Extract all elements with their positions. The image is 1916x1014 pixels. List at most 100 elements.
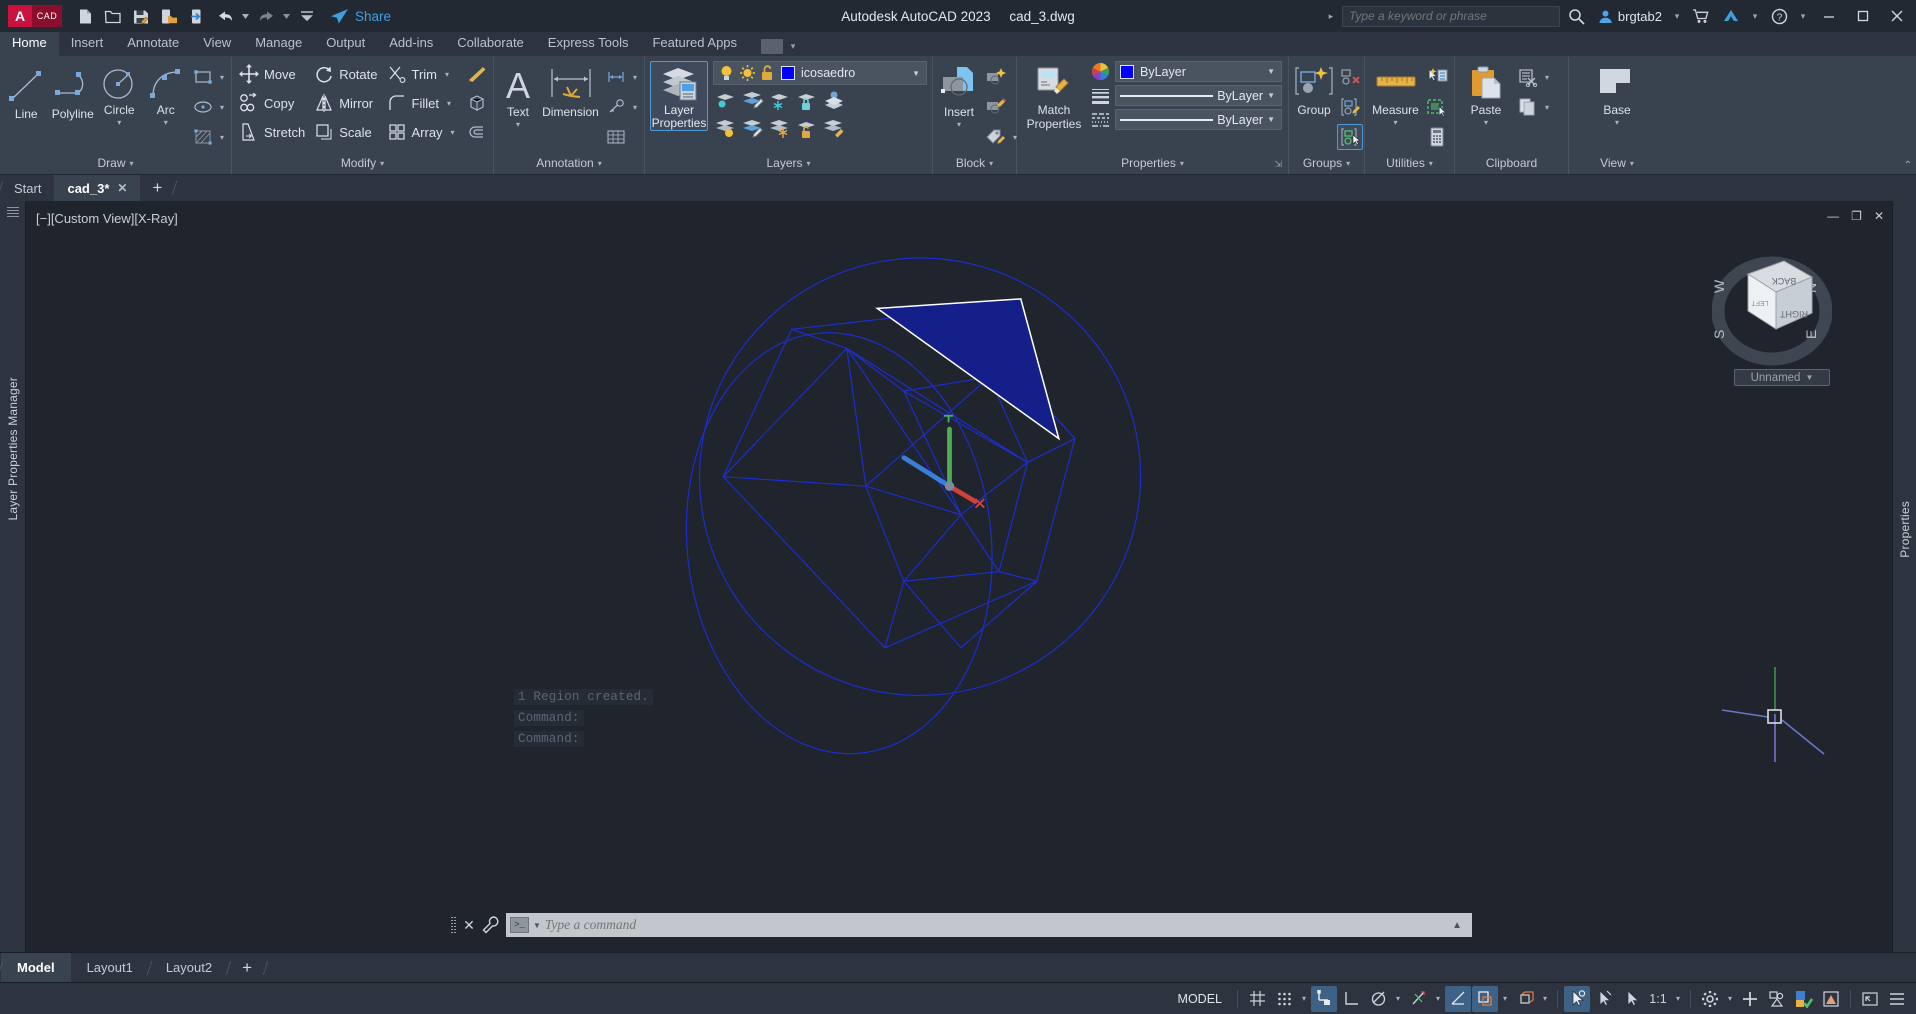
ribbon-panel-switch[interactable]: ▾ (761, 39, 800, 56)
open-file-icon[interactable] (100, 4, 126, 28)
tab-home[interactable]: Home (0, 31, 59, 56)
new-document-button[interactable]: + (140, 175, 174, 201)
layout-tab-model[interactable]: Model (1, 953, 71, 982)
layer-on-icon[interactable] (713, 115, 739, 141)
user-account[interactable]: brgtab2 (1598, 9, 1662, 24)
qat-more-icon[interactable] (294, 4, 320, 28)
command-line-tools-icon[interactable] (482, 916, 500, 934)
viewcube[interactable]: W N S E BACK RIGHT LEFT (1712, 249, 1832, 369)
dim-linear-icon[interactable] (603, 64, 629, 90)
graphics-performance-icon[interactable] (1791, 986, 1817, 1012)
base-view-dropdown-icon[interactable]: ▾ (1612, 118, 1622, 127)
layers-panel-caret-icon[interactable]: ▾ (807, 159, 811, 168)
annotation-panel-caret-icon[interactable]: ▾ (598, 159, 602, 168)
scale-button[interactable]: Scale (311, 118, 383, 146)
infer-constraints-icon[interactable] (1311, 985, 1337, 1012)
tab-featured-apps[interactable]: Featured Apps (640, 31, 749, 56)
panel-title-view[interactable]: View ▾ (1569, 152, 1665, 174)
workspace-dropdown-icon[interactable]: ▾ (1724, 994, 1736, 1003)
rotate-button[interactable]: Rotate (311, 60, 383, 88)
move-button[interactable]: Move (236, 60, 311, 88)
panel-title-utilities[interactable]: Utilities ▾ (1365, 152, 1454, 174)
help-dropdown-icon[interactable]: ▾ (1796, 11, 1810, 22)
cut-dropdown-icon[interactable]: ▾ (1542, 73, 1552, 82)
properties-panel-caret-icon[interactable]: ▾ (1180, 159, 1184, 168)
block-panel-caret-icon[interactable]: ▾ (989, 159, 993, 168)
array-dropdown-icon[interactable]: ▾ (448, 128, 458, 137)
share-button[interactable]: Share (330, 8, 391, 25)
base-view-button[interactable]: Base ▾ (1587, 61, 1647, 127)
copy-clip-icon[interactable] (1515, 94, 1541, 120)
paste-button[interactable]: Paste ▾ (1459, 61, 1513, 127)
minimize-window-button[interactable] (1814, 0, 1844, 32)
text-button[interactable]: A Text ▾ (498, 61, 538, 129)
color-wheel-icon[interactable] (1091, 62, 1110, 81)
ribbon-collapse-icon[interactable]: ⌃ (1904, 160, 1912, 171)
group-edit-icon[interactable] (1337, 94, 1363, 120)
3d-object-snap-icon[interactable] (1591, 986, 1617, 1012)
circle-button[interactable]: Circle ▾ (97, 61, 142, 127)
arc-button[interactable]: Arc ▾ (144, 61, 189, 127)
lightbulb-on-icon[interactable] (718, 64, 735, 82)
view-panel-caret-icon[interactable]: ▾ (1630, 159, 1634, 168)
rectangle-dropdown-icon[interactable]: ▾ (217, 73, 227, 82)
modify-panel-caret-icon[interactable]: ▾ (380, 159, 384, 168)
lineweight-dropdown-icon[interactable]: ▾ (1499, 994, 1511, 1003)
tab-view[interactable]: View (191, 31, 243, 56)
close-document-icon[interactable]: ✕ (117, 181, 127, 195)
dynamic-ucs-icon[interactable] (1618, 986, 1644, 1012)
measure-dropdown-icon[interactable]: ▾ (1391, 118, 1401, 127)
stretch-button[interactable]: Stretch (236, 118, 311, 146)
line-button[interactable]: Line (4, 61, 49, 121)
unlock-icon[interactable] (760, 64, 775, 82)
trim-button[interactable]: Trim ▾ (384, 60, 464, 88)
insert-block-button[interactable]: Insert ▾ (937, 61, 981, 129)
redo-icon[interactable] (253, 4, 279, 28)
user-dropdown-icon[interactable]: ▾ (1670, 11, 1684, 22)
restore-window-button[interactable] (1848, 0, 1878, 32)
workspace-gear-icon[interactable] (1697, 986, 1723, 1012)
hardware-acceleration-icon[interactable] (1737, 986, 1763, 1012)
panel-title-modify[interactable]: Modify ▾ (232, 152, 493, 174)
panel-title-properties[interactable]: Properties ▾ ⇲ (1017, 152, 1288, 174)
properties-panel-expand-icon[interactable]: ⇲ (1274, 159, 1282, 170)
layer-isolate-icon[interactable] (713, 87, 739, 113)
save-as-icon[interactable] (156, 4, 182, 28)
panel-title-clipboard[interactable]: Clipboard (1455, 152, 1568, 174)
command-input-wrap[interactable]: >_ ▼ ▲ (506, 913, 1472, 937)
autodesk-cloud-icon[interactable] (1718, 4, 1744, 28)
solid-edit-icon[interactable] (464, 90, 490, 116)
group-selection-on-icon[interactable] (1337, 124, 1363, 150)
object-color-dropdown-icon[interactable]: ▼ (1263, 67, 1279, 76)
draw-panel-caret-icon[interactable]: ▾ (130, 159, 134, 168)
transparency-icon[interactable] (1512, 986, 1538, 1012)
tab-express-tools[interactable]: Express Tools (536, 31, 641, 56)
isolate-objects-icon[interactable] (1764, 986, 1790, 1012)
trim-dropdown-icon[interactable]: ▾ (442, 70, 452, 79)
redo-dropdown-icon[interactable] (281, 4, 292, 28)
calculator-icon[interactable] (1424, 124, 1450, 150)
panel-title-draw[interactable]: Draw ▾ (0, 152, 231, 174)
layout-tab-layout2[interactable]: Layout2 (150, 953, 228, 982)
fillet-dropdown-icon[interactable]: ▾ (444, 99, 454, 108)
layer-unisolate-icon[interactable] (740, 87, 766, 113)
fillet-button[interactable]: Fillet ▾ (384, 89, 464, 117)
cut-icon[interactable] (1515, 64, 1541, 90)
lineweight-display-icon[interactable] (1472, 985, 1498, 1012)
document-tab-cad3[interactable]: cad_3* ✕ (54, 175, 141, 201)
hatch-dropdown-icon[interactable]: ▾ (217, 133, 227, 142)
panel-title-block[interactable]: Block ▾ (933, 152, 1016, 174)
cart-icon[interactable] (1688, 4, 1714, 28)
paste-dropdown-icon[interactable]: ▾ (1481, 118, 1491, 127)
panel-chip-caret-icon[interactable]: ▾ (786, 41, 800, 52)
insert-dropdown-icon[interactable]: ▾ (954, 120, 964, 129)
search-left-caret-icon[interactable]: ▸ (1324, 11, 1338, 22)
fullscreen-icon[interactable] (1857, 986, 1883, 1012)
help-search-box[interactable] (1341, 5, 1560, 27)
ellipse-icon[interactable] (190, 94, 216, 120)
ungroup-icon[interactable] (1337, 64, 1363, 90)
text-dropdown-icon[interactable]: ▾ (513, 120, 523, 129)
close-window-button[interactable] (1882, 0, 1912, 32)
layer-lock-icon[interactable] (794, 87, 820, 113)
view-name-dropdown[interactable]: Unnamed ▼ (1734, 369, 1830, 386)
